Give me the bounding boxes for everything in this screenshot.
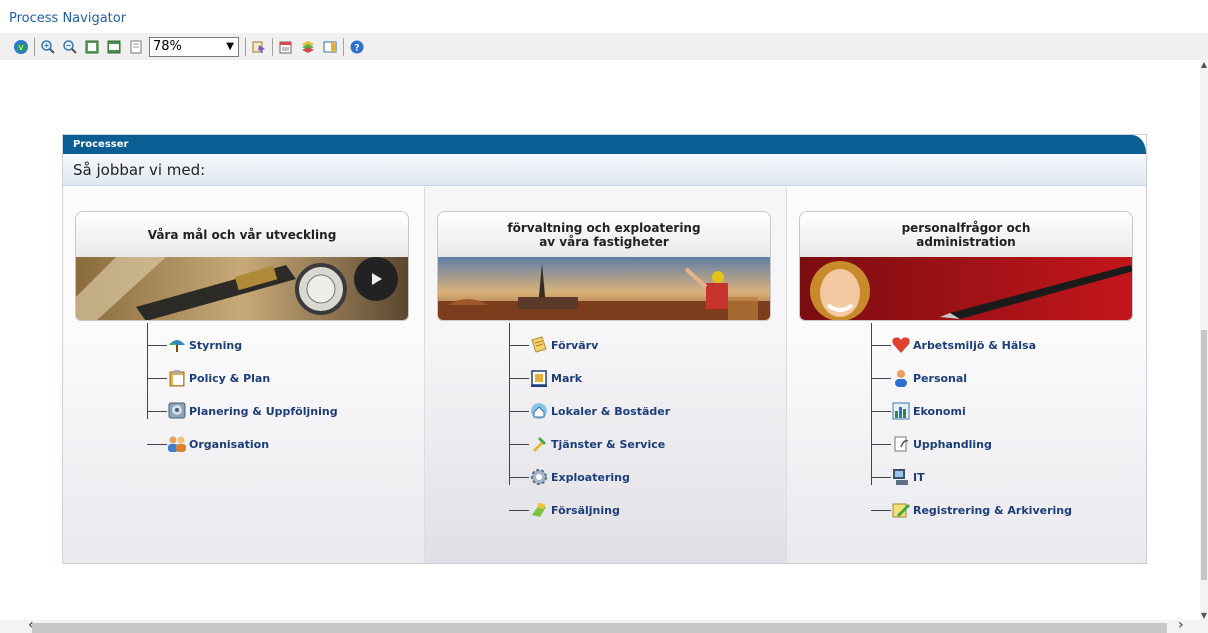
fit-width-icon[interactable] [105, 38, 123, 56]
list-item[interactable]: Mark [509, 368, 582, 388]
column-goals: Våra mål och vår utveckling Styrning Pol… [63, 187, 425, 563]
vertical-scrollbar[interactable]: ▲ ▼ [1200, 60, 1208, 620]
zoom-select[interactable]: 78% ▼ [149, 36, 239, 57]
contract-icon [891, 435, 911, 453]
help-icon[interactable]: ? [348, 38, 366, 56]
list-item[interactable]: Planering & Uppföljning [147, 401, 338, 421]
column-title-goals[interactable]: Våra mål och vår utveckling [75, 211, 409, 257]
app-title: Process Navigator [9, 11, 127, 26]
list-item[interactable]: Tjänster & Service [509, 434, 665, 454]
list-item[interactable]: Arbetsmiljö & Hälsa [871, 335, 1036, 355]
layers-icon[interactable] [299, 38, 317, 56]
sale-icon [529, 501, 549, 519]
svg-text:?: ? [354, 43, 359, 53]
panel-icon[interactable] [321, 38, 339, 56]
list-item[interactable]: Exploatering [509, 467, 630, 487]
vertical-scroll-thumb[interactable] [1201, 330, 1207, 580]
umbrella-icon [167, 336, 187, 354]
columns: Våra mål och vår utveckling Styrning Pol… [63, 187, 1146, 563]
heart-icon [891, 336, 911, 354]
bar-chart-icon [891, 402, 911, 420]
people-icon [167, 435, 187, 453]
person-icon [891, 369, 911, 387]
panel-header: Processer [63, 135, 1146, 154]
panel-subtitle: Så jobbar vi med: [63, 154, 1146, 186]
toolbar-separator [245, 37, 246, 56]
fit-page-icon[interactable] [83, 38, 101, 56]
svg-text:V: V [19, 44, 24, 52]
column-title-properties[interactable]: förvaltning och exploatering av våra fas… [437, 211, 771, 257]
house-icon [529, 402, 549, 420]
column-properties: förvaltning och exploatering av våra fas… [425, 187, 787, 563]
visio-icon[interactable]: V [12, 38, 30, 56]
pan-zoom-icon[interactable] [250, 38, 268, 56]
telescope-image [75, 257, 409, 321]
horizontal-scrollbar[interactable]: ‹ › [0, 617, 1208, 633]
gear-icon [529, 468, 549, 486]
list-item[interactable]: Ekonomi [871, 401, 966, 421]
column-title: förvaltning och exploatering av våra fas… [507, 220, 701, 249]
column-personnel: personalfrågor och administration Arbets… [787, 187, 1146, 563]
landscape-image [437, 257, 771, 321]
list-item[interactable]: Upphandling [871, 434, 992, 454]
toolbar-separator [343, 37, 344, 56]
tools-icon [529, 435, 549, 453]
zoom-value: 78% [153, 39, 182, 54]
pencil-icon [891, 501, 911, 519]
list-item[interactable]: Organisation [147, 434, 269, 454]
toolbar-separator [272, 37, 273, 56]
toolbar-separator [34, 37, 35, 56]
list-item[interactable]: Förvärv [509, 335, 598, 355]
column-title: personalfrågor och administration [901, 220, 1031, 249]
column-title-personnel[interactable]: personalfrågor och administration [799, 211, 1133, 257]
actual-size-icon[interactable] [127, 38, 145, 56]
list-item[interactable]: Försäljning [509, 500, 620, 520]
scroll-down-icon[interactable]: ▼ [1200, 611, 1208, 620]
scroll-up-icon[interactable]: ▲ [1200, 60, 1208, 69]
list-item[interactable]: Registrering & Arkivering [871, 500, 1072, 520]
map-icon [529, 369, 549, 387]
list-item[interactable]: Policy & Plan [147, 368, 270, 388]
list-item[interactable]: Lokaler & Bostäder [509, 401, 670, 421]
zoom-in-icon[interactable] [39, 38, 57, 56]
scroll-right-icon[interactable]: › [1178, 617, 1184, 633]
horizontal-scroll-thumb[interactable] [32, 623, 1167, 633]
process-panel: Processer Så jobbar vi med: Våra mål och… [62, 134, 1147, 564]
computer-icon [891, 468, 911, 486]
document-icon [529, 336, 549, 354]
chevron-down-icon: ▼ [226, 41, 234, 52]
list-item[interactable]: Styrning [147, 335, 242, 355]
list-item[interactable]: Personal [871, 368, 967, 388]
list-item[interactable]: IT [871, 467, 925, 487]
properties-icon[interactable] [277, 38, 295, 56]
zoom-out-icon[interactable] [61, 38, 79, 56]
toolbar: V 78% ▼ ? [0, 33, 1208, 60]
person-pen-image [799, 257, 1133, 321]
clipboard-icon [167, 369, 187, 387]
column-title: Våra mål och vår utveckling [147, 227, 337, 242]
monitor-icon [167, 402, 187, 420]
